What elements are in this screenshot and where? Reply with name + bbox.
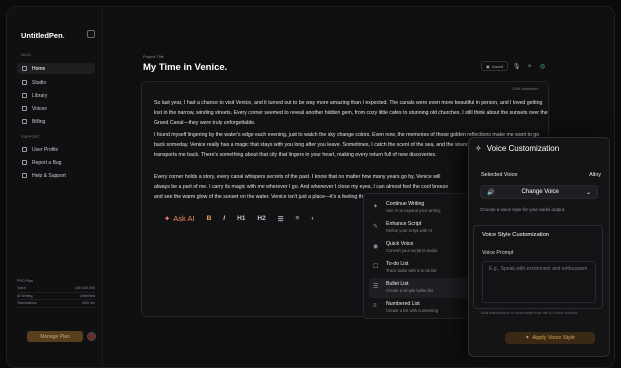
numbered-list-icon: ≡	[373, 303, 377, 309]
voice-prompt-input[interactable]: E.g., Speak with excitement and enthusia…	[482, 261, 596, 303]
sidebar: UntitledPen. MAIN Home Studio Library Vo…	[7, 7, 103, 367]
bullet-list-icon[interactable]: ☰	[278, 215, 284, 223]
italic-button[interactable]: I	[223, 215, 225, 222]
heading2-button[interactable]: H2	[257, 215, 265, 222]
sidebar-item-studio[interactable]: Studio	[17, 77, 95, 88]
billing-icon	[22, 119, 27, 124]
voice-help-text: Choose a voice style for your audio outp…	[480, 207, 566, 212]
sidebar-item-billing[interactable]: Billing	[17, 116, 95, 127]
heading1-button[interactable]: H1	[237, 215, 245, 222]
voice-style-section: Voice Style Customization Voice Prompt E…	[473, 225, 603, 309]
voice-style-help: Add instructions to customize how the AI…	[481, 310, 579, 315]
library-icon	[22, 93, 27, 98]
plan-row: Voice 440,000,000	[17, 285, 95, 293]
checklist-icon: ☐	[373, 264, 379, 270]
menu-item-todo-list[interactable]: ☐ To-do List Track tasks with a to-do list	[369, 258, 469, 278]
selected-voice-row: Selected Voice Alloy	[481, 172, 601, 178]
project-title-label: Project Title	[143, 54, 164, 59]
studio-icon	[22, 80, 27, 85]
apply-voice-style-button[interactable]: ✦ Apply Voice Style	[505, 332, 595, 344]
settings-icon[interactable]: ◎	[538, 62, 547, 71]
ai-commands-menu: ✦ Continue Writing Use AI to expand your w…	[363, 193, 473, 319]
saved-status: ▣ Saved	[481, 61, 509, 71]
audio-icon: ◉	[373, 244, 379, 250]
app-logo[interactable]: UntitledPen.	[21, 31, 65, 40]
user-icon	[22, 147, 27, 152]
format-toolbar: ✦ Ask AI B I H1 H2 ☰ ≡ ‹	[164, 214, 314, 223]
sound-icon: 🔊	[487, 189, 495, 196]
paragraph[interactable]: So last year, I had a chance to visit Ve…	[154, 98, 548, 128]
bullet-list-icon: ☰	[373, 284, 379, 290]
menu-item-bullet-list[interactable]: ☰ Bullet List Create a simple bullet list	[369, 278, 469, 298]
chevron-left-icon[interactable]: ‹	[311, 215, 313, 222]
sparkle-icon: ✦	[373, 204, 379, 210]
voice-style-title: Voice Style Customization	[482, 232, 550, 238]
section-main-label: MAIN	[21, 53, 31, 57]
sidebar-item-library[interactable]: Library	[17, 90, 95, 101]
sparkle-icon: ✦	[164, 214, 171, 223]
menu-item-continue-writing[interactable]: ✦ Continue Writing Use AI to expand your w…	[369, 198, 469, 218]
editor-toolbar: ▣ Saved 🎙 ✧ ◎	[481, 61, 547, 71]
sidebar-item-help[interactable]: Help & Support	[17, 170, 95, 181]
selected-voice-value: Alloy	[589, 172, 601, 178]
microphone-icon[interactable]: 🎙	[512, 62, 521, 71]
plan-title: PRO Plan	[17, 279, 33, 283]
character-count: 1294 characters	[512, 87, 538, 91]
help-icon	[22, 173, 27, 178]
voice-prompt-label: Voice Prompt	[482, 250, 514, 256]
bug-icon	[22, 160, 27, 165]
home-icon	[22, 66, 27, 71]
sparkle-icon: ✧	[475, 144, 482, 153]
voices-icon	[22, 106, 27, 111]
magic-wand-icon[interactable]: ✧	[525, 62, 534, 71]
plan-row: Translations 0/20 mn	[17, 300, 95, 308]
section-support-label: SUPPORT	[21, 135, 40, 139]
app-window: UntitledPen. MAIN Home Studio Library Vo…	[6, 6, 615, 368]
menu-item-numbered-list[interactable]: ≡ Numbered List Create a list with numberi…	[369, 298, 469, 318]
plan-usage: PRO Plan Voice 440,000,000 AI Writing Unli…	[17, 279, 95, 308]
numbered-list-icon[interactable]: ≡	[296, 215, 300, 222]
voice-panel-header: ✧ Voice Customization	[475, 144, 560, 153]
page-title[interactable]: My Time in Venice.	[143, 62, 227, 73]
sparkle-icon: ✦	[524, 335, 530, 341]
save-icon: ▣	[486, 63, 490, 69]
menu-item-quick-voice[interactable]: ◉ Quick Voice Convert your script to audio	[369, 238, 469, 258]
avatar[interactable]	[87, 332, 96, 341]
manage-plan-button[interactable]: Manage Plan	[27, 331, 83, 342]
chevron-down-icon: ⌄	[585, 189, 591, 196]
sidebar-item-report-bug[interactable]: Report a Bug	[17, 157, 95, 168]
plan-row: AI Writing Unlimited	[17, 293, 95, 300]
menu-item-enhance-script[interactable]: ✎ Enhance Script Refine your script with A…	[369, 218, 469, 238]
sidebar-item-user-profile[interactable]: User Profile	[17, 144, 95, 155]
sidebar-collapse-icon[interactable]	[87, 30, 95, 38]
bold-button[interactable]: B	[207, 215, 212, 222]
ask-ai-button[interactable]: ✦ Ask AI	[164, 214, 195, 223]
change-voice-button[interactable]: 🔊 Change Voice ⌄	[480, 185, 598, 199]
sidebar-item-voices[interactable]: Voices	[17, 103, 95, 114]
sidebar-item-home[interactable]: Home	[17, 63, 95, 74]
wand-icon: ✎	[373, 224, 379, 230]
